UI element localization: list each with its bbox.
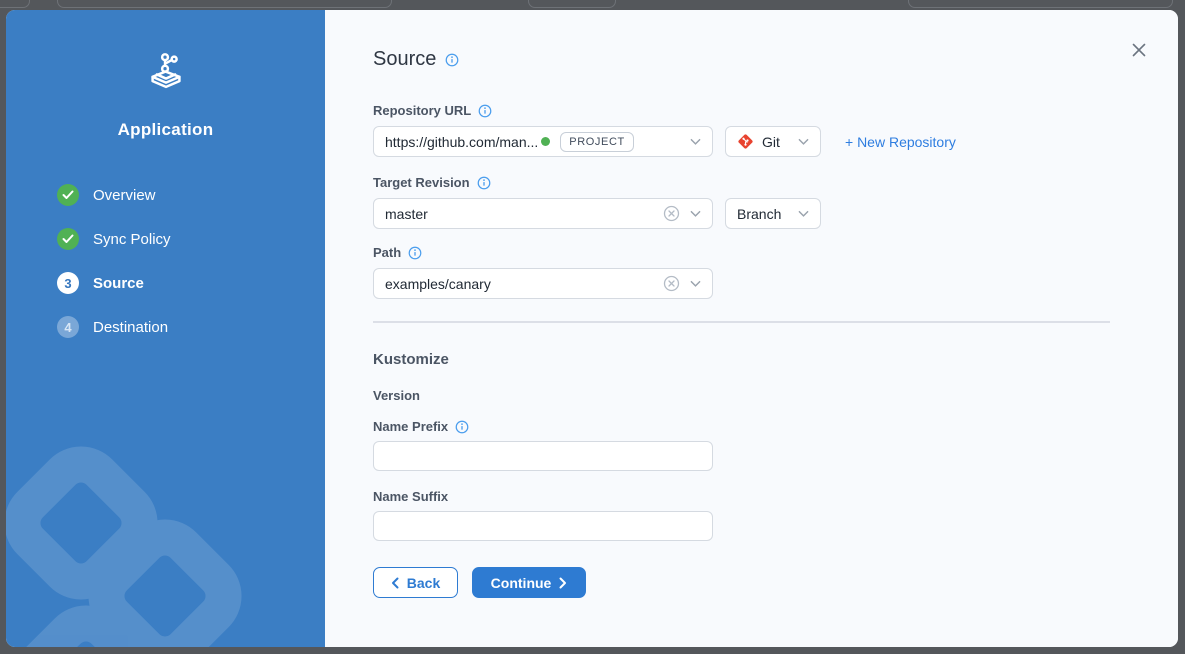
step-label: Sync Policy (93, 231, 171, 248)
chevron-down-icon (690, 210, 701, 218)
git-icon (737, 133, 754, 150)
info-icon[interactable] (478, 104, 492, 118)
repository-url-label: Repository URL (373, 103, 471, 118)
chevron-down-icon (690, 280, 701, 288)
chevron-down-icon (690, 138, 701, 146)
step-done-check-icon (57, 228, 79, 250)
wizard-sidebar: Application Overview Sync Policy (6, 10, 325, 647)
info-icon[interactable] (455, 420, 469, 434)
step-label: Overview (93, 187, 156, 204)
continue-button[interactable]: Continue (472, 567, 586, 598)
background-card (0, 0, 30, 8)
revision-type-value: Branch (737, 206, 781, 222)
project-badge: PROJECT (560, 132, 634, 152)
version-label: Version (373, 388, 1178, 403)
clear-icon[interactable] (663, 205, 680, 222)
close-icon[interactable] (1130, 41, 1148, 59)
step-number-badge: 4 (57, 316, 79, 338)
name-suffix-input[interactable] (373, 511, 713, 541)
background-card (908, 0, 1173, 8)
path-value: examples/canary (385, 276, 491, 292)
continue-button-label: Continue (491, 575, 552, 591)
step-destination[interactable]: 4 Destination (57, 316, 171, 338)
back-button[interactable]: Back (373, 567, 458, 598)
info-icon[interactable] (445, 53, 459, 67)
chevron-left-icon (391, 577, 399, 589)
page-title: Source (373, 48, 436, 71)
background-card (57, 0, 392, 8)
target-revision-label: Target Revision (373, 175, 470, 190)
application-wizard-dialog: Application Overview Sync Policy (6, 10, 1178, 647)
path-label: Path (373, 245, 401, 260)
name-prefix-input[interactable] (373, 441, 713, 471)
path-select[interactable]: examples/canary (373, 268, 713, 299)
repository-url-value: https://github.com/man... (385, 134, 538, 150)
repository-type-value: Git (762, 134, 780, 150)
wizard-steps: Overview Sync Policy 3 Source 4 Destinat… (6, 184, 171, 338)
chevron-down-icon (798, 210, 809, 218)
wizard-title: Application (118, 120, 214, 140)
section-divider (373, 321, 1110, 323)
application-icon (143, 50, 189, 96)
target-revision-select[interactable]: master (373, 198, 713, 229)
step-done-check-icon (57, 184, 79, 206)
background-card (528, 0, 616, 8)
source-step-panel: Source Repository URL h (325, 10, 1178, 647)
step-label: Source (93, 275, 144, 292)
step-source[interactable]: 3 Source (57, 272, 171, 294)
revision-type-select[interactable]: Branch (725, 198, 821, 229)
repo-connected-status-dot (541, 137, 550, 146)
chevron-down-icon (798, 138, 809, 146)
step-label: Destination (93, 319, 168, 336)
clear-icon[interactable] (663, 275, 680, 292)
name-suffix-label: Name Suffix (373, 489, 1178, 504)
name-prefix-label: Name Prefix (373, 419, 448, 434)
back-button-label: Back (407, 575, 440, 591)
step-number-badge: 3 (57, 272, 79, 294)
new-repository-link[interactable]: + New Repository (845, 134, 956, 150)
repository-url-select[interactable]: https://github.com/man... PROJECT (373, 126, 713, 157)
chevron-right-icon (559, 577, 567, 589)
target-revision-value: master (385, 206, 428, 222)
info-icon[interactable] (408, 246, 422, 260)
step-overview[interactable]: Overview (57, 184, 171, 206)
repository-type-select[interactable]: Git (725, 126, 821, 157)
kustomize-heading: Kustomize (373, 351, 1178, 368)
info-icon[interactable] (477, 176, 491, 190)
step-sync-policy[interactable]: Sync Policy (57, 228, 171, 250)
